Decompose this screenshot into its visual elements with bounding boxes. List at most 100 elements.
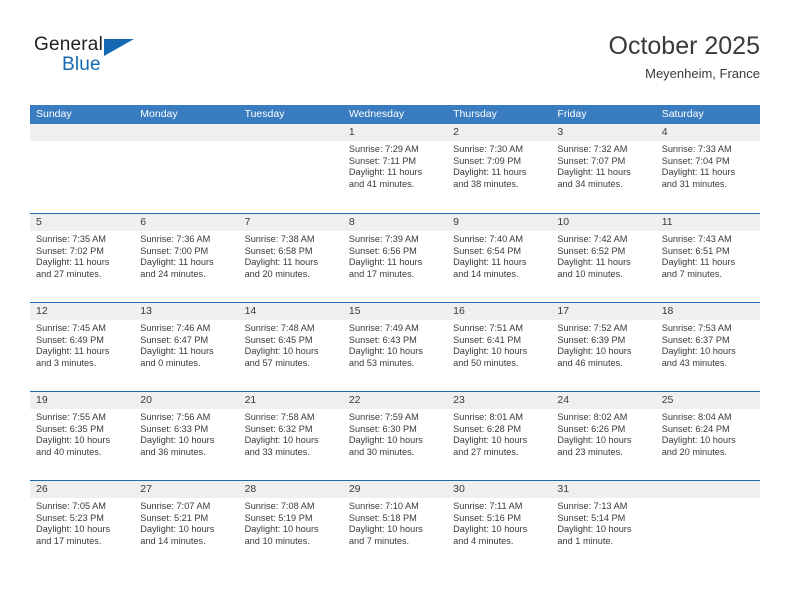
sun-times-line: Sunrise: 7:40 AM [453, 234, 524, 244]
calendar-day-cell[interactable]: 23 Sunrise: 8:01 AM Sunset: 6:28 PM Dayligh… [447, 392, 552, 480]
day-number: 27 [140, 483, 152, 495]
calendar-day-cell[interactable]: 20 Sunrise: 7:56 AM Sunset: 6:33 PM Dayligh… [134, 392, 239, 480]
sun-times-detail: Sunrise: 8:01 AM Sunset: 6:28 PM Daylight:… [447, 409, 551, 458]
sun-times-line: Sunrise: 7:29 AM [348, 144, 419, 154]
sun-times-line: Sunrise: 7:30 AM [453, 144, 524, 154]
calendar-day-cell[interactable]: 19 Sunrise: 7:55 AM Sunset: 6:35 PM Dayligh… [30, 392, 135, 480]
calendar-day-cell[interactable]: 31 Sunrise: 7:13 AM Sunset: 5:14 PM Dayligh… [551, 481, 656, 569]
sun-times-line: Sunset: 5:19 PM [244, 512, 313, 523]
sun-times-line: Sunrise: 7:43 AM [661, 234, 732, 244]
calendar-day-cell[interactable]: 16 Sunrise: 7:51 AM Sunset: 6:41 PM Dayligh… [447, 303, 552, 391]
title-block: October 2025 Meyenheim, France [609, 30, 761, 84]
sun-times-line: and 41 minutes. [348, 178, 415, 189]
day-number: 16 [453, 305, 465, 317]
calendar-day-cell[interactable]: 14 Sunrise: 7:48 AM Sunset: 6:45 PM Dayligh… [238, 303, 343, 391]
sun-times-detail: Sunrise: 8:04 AM Sunset: 6:24 PM Daylight:… [656, 409, 760, 458]
sun-times-line: Sunset: 5:16 PM [453, 512, 522, 523]
sun-times-line: Daylight: 10 hours [36, 524, 111, 535]
day-number: 18 [661, 305, 674, 317]
sun-times-line: Daylight: 11 hours [36, 346, 110, 357]
sun-times-detail: Sunrise: 7:32 AM Sunset: 7:07 PM Daylight:… [551, 141, 655, 190]
day-number: 14 [244, 305, 257, 317]
sun-times-detail: Sunrise: 7:43 AM Sunset: 6:51 PM Daylight:… [656, 231, 760, 280]
sun-times-line: Sunrise: 7:58 AM [244, 412, 315, 422]
day-number: 30 [453, 483, 465, 495]
calendar-day-cell[interactable]: 29 Sunrise: 7:10 AM Sunset: 5:18 PM Dayligh… [342, 481, 448, 569]
sun-times-line: Daylight: 10 hours [348, 346, 423, 357]
day-number-strip: 24 [551, 392, 656, 409]
general-blue-logo[interactable]: General Blue [34, 34, 174, 86]
calendar-day-cell[interactable]: 4 Sunrise: 7:33 AM Sunset: 7:04 PM Daylight… [655, 124, 760, 213]
sun-times-line: Sunrise: 8:01 AM [453, 412, 524, 422]
sun-times-line: Sunset: 7:00 PM [140, 245, 209, 256]
calendar-day-cell[interactable]: 30 Sunrise: 7:11 AM Sunset: 5:16 PM Dayligh… [447, 481, 552, 569]
sun-times-line: and 30 minutes. [348, 446, 415, 457]
calendar-day-cell[interactable]: 2 Sunrise: 7:30 AM Sunset: 7:09 PM Daylight… [447, 124, 552, 213]
calendar-day-cell[interactable]: 1 Sunrise: 7:29 AM Sunset: 7:11 PM Daylight… [342, 124, 448, 213]
sun-times-line: Daylight: 11 hours [348, 167, 423, 178]
sun-times-line: Sunset: 6:28 PM [453, 423, 522, 434]
sun-times-line: Daylight: 11 hours [140, 346, 214, 357]
day-number-strip [30, 124, 135, 141]
day-number-strip: 27 [134, 481, 239, 498]
sun-times-line: Sunset: 6:43 PM [348, 334, 417, 345]
calendar-day-cell[interactable]: 10 Sunrise: 7:42 AM Sunset: 6:52 PM Dayligh… [551, 214, 656, 302]
page-subtitle: Meyenheim, France [645, 66, 760, 81]
sun-times-line: Sunset: 6:33 PM [140, 423, 209, 434]
weekday-header-thursday: Thursday [453, 108, 497, 120]
day-number-strip: 12 [30, 303, 135, 320]
sun-times-line: and 14 minutes. [453, 268, 519, 279]
calendar-day-cell[interactable]: 12 Sunrise: 7:45 AM Sunset: 6:49 PM Dayligh… [30, 303, 135, 391]
sun-times-line: Sunrise: 7:33 AM [661, 144, 732, 154]
calendar-day-cell[interactable]: 25 Sunrise: 8:04 AM Sunset: 6:24 PM Dayligh… [655, 392, 760, 480]
sun-times-line: and 3 minutes. [36, 357, 97, 368]
day-number-strip: 17 [551, 303, 656, 320]
sun-times-line: Sunrise: 7:39 AM [348, 234, 419, 244]
sun-times-line: and 7 minutes. [348, 535, 410, 546]
sun-times-line: Daylight: 11 hours [348, 257, 423, 268]
calendar-day-cell[interactable]: 3 Sunrise: 7:32 AM Sunset: 7:07 PM Daylight… [551, 124, 656, 213]
calendar-day-cell[interactable]: 28 Sunrise: 7:08 AM Sunset: 5:19 PM Dayligh… [238, 481, 343, 569]
sun-times-line: Daylight: 10 hours [453, 346, 528, 357]
sun-times-line: and 23 minutes. [557, 446, 623, 457]
calendar-day-cell[interactable]: 21 Sunrise: 7:58 AM Sunset: 6:32 PM Dayligh… [238, 392, 343, 480]
calendar-day-cell[interactable]: 7 Sunrise: 7:38 AM Sunset: 6:58 PM Daylight… [238, 214, 343, 302]
sun-times-line: Sunrise: 7:13 AM [557, 501, 628, 511]
weekday-header-sunday: Sunday [36, 108, 72, 120]
calendar-day-cell[interactable]: 15 Sunrise: 7:49 AM Sunset: 6:43 PM Dayligh… [342, 303, 448, 391]
sun-times-detail: Sunrise: 7:48 AM Sunset: 6:45 PM Daylight:… [239, 320, 343, 369]
sun-times-line: Daylight: 11 hours [557, 257, 631, 268]
day-number-strip: 25 [655, 392, 760, 409]
calendar-day-cell[interactable]: 9 Sunrise: 7:40 AM Sunset: 6:54 PM Daylight… [447, 214, 552, 302]
calendar-day-cell-empty [30, 124, 135, 213]
calendar-day-cell[interactable]: 26 Sunrise: 7:05 AM Sunset: 5:23 PM Dayligh… [30, 481, 135, 569]
day-number: 19 [36, 394, 48, 406]
calendar-day-cell[interactable]: 13 Sunrise: 7:46 AM Sunset: 6:47 PM Dayligh… [134, 303, 239, 391]
calendar-day-cell[interactable]: 18 Sunrise: 7:53 AM Sunset: 6:37 PM Dayligh… [655, 303, 760, 391]
sun-times-detail: Sunrise: 7:58 AM Sunset: 6:32 PM Daylight:… [239, 409, 343, 458]
sun-times-line: Daylight: 10 hours [244, 435, 319, 446]
day-number: 8 [348, 216, 355, 228]
day-number-strip: 18 [655, 303, 760, 320]
sun-times-line: and 1 minute. [557, 535, 614, 546]
day-number-strip: 2 [447, 124, 552, 141]
calendar-day-cell[interactable]: 24 Sunrise: 8:02 AM Sunset: 6:26 PM Dayligh… [551, 392, 656, 480]
calendar-day-cell[interactable]: 17 Sunrise: 7:52 AM Sunset: 6:39 PM Dayligh… [551, 303, 656, 391]
calendar-day-cell[interactable]: 5 Sunrise: 7:35 AM Sunset: 7:02 PM Daylight… [30, 214, 135, 302]
day-number-strip: 20 [134, 392, 239, 409]
sun-times-line: Sunrise: 7:56 AM [140, 412, 211, 422]
day-number: 21 [244, 394, 257, 406]
calendar-week-row: 12 Sunrise: 7:45 AM Sunset: 6:49 PM Dayligh… [30, 302, 760, 391]
sun-times-line: and 4 minutes. [453, 535, 514, 546]
calendar-day-cell[interactable]: 11 Sunrise: 7:43 AM Sunset: 6:51 PM Dayligh… [655, 214, 760, 302]
sun-times-detail: Sunrise: 7:11 AM Sunset: 5:16 PM Daylight:… [447, 498, 551, 547]
weekday-header-friday: Friday [557, 108, 587, 120]
calendar-week-row: 26 Sunrise: 7:05 AM Sunset: 5:23 PM Dayligh… [30, 480, 760, 569]
calendar-day-cell[interactable]: 8 Sunrise: 7:39 AM Sunset: 6:56 PM Daylight… [342, 214, 448, 302]
page-header: General Blue October 2025 Meyenheim, Fra… [30, 30, 760, 92]
sun-times-line: Sunset: 6:24 PM [661, 423, 730, 434]
calendar-day-cell[interactable]: 22 Sunrise: 7:59 AM Sunset: 6:30 PM Dayligh… [342, 392, 448, 480]
calendar-day-cell[interactable]: 6 Sunrise: 7:36 AM Sunset: 7:00 PM Daylight… [134, 214, 239, 302]
calendar-day-cell[interactable]: 27 Sunrise: 7:07 AM Sunset: 5:21 PM Dayligh… [134, 481, 239, 569]
day-number-strip: 19 [30, 392, 135, 409]
